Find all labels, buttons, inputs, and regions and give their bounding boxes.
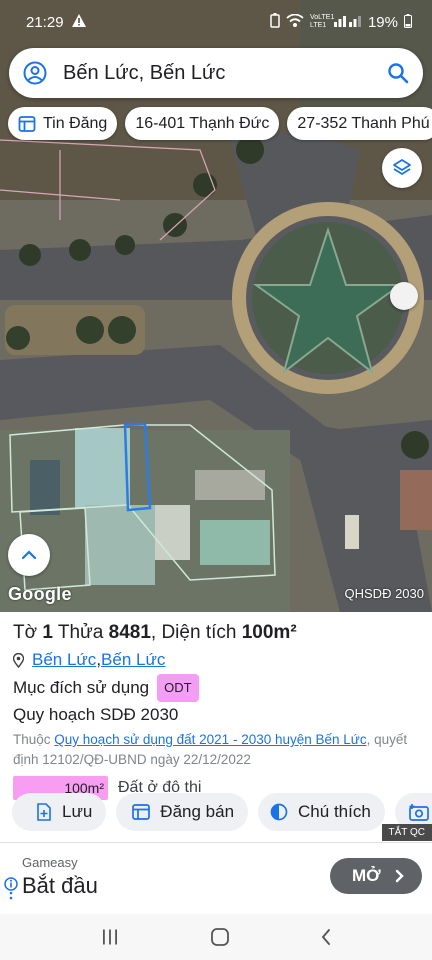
- legend-button-label: Chú thích: [298, 802, 371, 821]
- save-button[interactable]: Lưu: [12, 793, 107, 831]
- listing-icon: [18, 115, 36, 133]
- plan-link[interactable]: Quy hoạch sử dụng đất 2021 - 2030 huyện …: [54, 732, 366, 747]
- legend-button[interactable]: Chú thích: [258, 793, 385, 831]
- search-input[interactable]: Bến Lức, Bến Lức: [63, 62, 387, 85]
- map-handle-button[interactable]: [390, 282, 418, 310]
- land-use-row: Mục đích sử dụng ODT: [13, 674, 418, 702]
- recent-apps-icon[interactable]: [101, 929, 119, 945]
- ad-brand: Gameasy: [22, 855, 78, 870]
- layer-label: QHSDĐ 2030: [344, 586, 424, 601]
- location-pin-icon: [13, 652, 24, 668]
- info-icon[interactable]: [4, 877, 18, 906]
- parcel-area: 100m²: [241, 622, 297, 643]
- home-icon[interactable]: [211, 928, 229, 946]
- parcel-heading: Tờ 1 Thửa 8481, Diện tích 100m²: [13, 622, 297, 643]
- save-label: Lưu: [62, 802, 93, 821]
- chip-label: 27-352 Thanh Phú: [297, 114, 430, 132]
- chip-label: Tin Đăng: [43, 114, 108, 132]
- search-bar[interactable]: Bến Lức, Bến Lức: [9, 48, 423, 98]
- status-bar: 21:29 VoLTE1 LTE1 19%: [0, 0, 432, 44]
- close-ad-button[interactable]: TẮT QC: [381, 824, 432, 841]
- chip-thanh-duc[interactable]: 16-401 Thạnh Đức: [125, 107, 280, 140]
- plan-description: Thuộc Quy hoạch sử dụng đất 2021 - 2030 …: [13, 732, 408, 767]
- signal-icon: [333, 14, 362, 30]
- chip-thanh-phu[interactable]: 27-352 Thanh Phú: [287, 107, 432, 140]
- layers-icon: [392, 158, 412, 178]
- back-icon[interactable]: [321, 928, 331, 946]
- sheet-number: 1: [42, 622, 53, 643]
- warning-icon: [71, 14, 86, 30]
- chip-label: 16-401 Thạnh Đức: [135, 114, 270, 132]
- network-label: VoLTE1 LTE1: [309, 14, 335, 29]
- battery-saver-icon: [270, 13, 280, 31]
- parcel-info-sheet: Tờ 1 Thửa 8481, Diện tích 100m² Bến Lức,…: [0, 612, 432, 842]
- search-icon[interactable]: [387, 62, 409, 84]
- ad-open-button[interactable]: MỞ: [330, 858, 422, 894]
- chip-listings[interactable]: Tin Đăng: [8, 107, 118, 140]
- filter-chips: Tin Đăng 16-401 Thạnh Đức 27-352 Thanh P…: [8, 107, 432, 140]
- action-buttons: Lưu Đăng bán Chú thích: [12, 793, 432, 831]
- parcel-location: Bến Lức, Bến Lức: [13, 648, 418, 672]
- plan-title: Quy hoạch SDĐ 2030: [13, 705, 179, 724]
- post-sale-label: Đăng bán: [160, 802, 235, 821]
- location-link-town[interactable]: Bến Lức: [101, 648, 165, 672]
- lot-number: 8481: [108, 622, 151, 643]
- status-time: 21:29: [26, 13, 64, 31]
- ad-headline: Bắt đầu: [22, 873, 98, 898]
- purpose-label: Mục đích sử dụng: [13, 678, 150, 697]
- system-nav-bar: [0, 914, 432, 960]
- chevron-up-icon: [21, 550, 37, 560]
- account-icon[interactable]: [23, 61, 47, 85]
- wifi-icon: [286, 13, 304, 31]
- location-link-district[interactable]: Bến Lức: [32, 648, 96, 672]
- google-watermark: Google: [8, 584, 72, 604]
- add-photo-icon: [408, 803, 429, 821]
- layers-button[interactable]: [382, 148, 422, 188]
- post-sale-button[interactable]: Đăng bán: [116, 793, 249, 831]
- listing-icon: [132, 804, 151, 820]
- expand-up-button[interactable]: [8, 534, 50, 576]
- purpose-code-badge: ODT: [157, 674, 199, 702]
- ad-open-label: MỞ: [352, 866, 381, 885]
- chevron-right-icon: [395, 869, 404, 883]
- battery-icon: [404, 13, 412, 31]
- ad-banner[interactable]: Gameasy Bắt đầu MỞ: [0, 842, 432, 914]
- battery-level: 19%: [367, 13, 398, 31]
- contrast-icon: [270, 803, 288, 821]
- save-icon: [36, 803, 52, 821]
